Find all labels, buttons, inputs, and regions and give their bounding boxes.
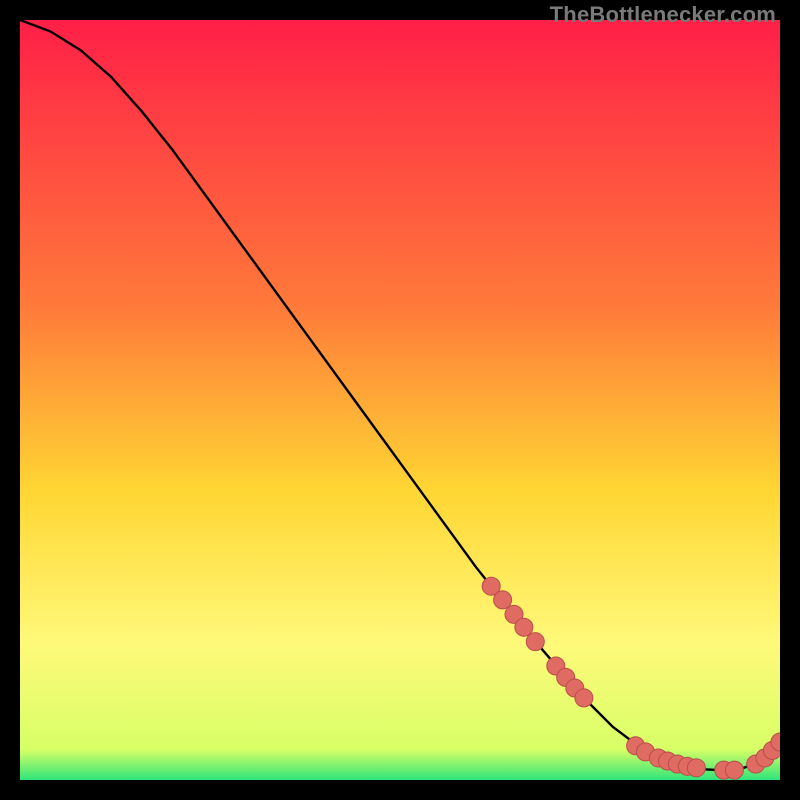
attribution-text: TheBottlenecker.com — [550, 2, 776, 28]
chart-svg — [20, 20, 780, 780]
data-marker — [494, 591, 512, 609]
data-marker — [515, 618, 533, 636]
data-marker — [687, 759, 705, 777]
data-marker — [575, 689, 593, 707]
data-marker — [725, 761, 743, 779]
gradient-background — [20, 20, 780, 780]
data-marker — [526, 633, 544, 651]
chart-frame — [20, 20, 780, 780]
